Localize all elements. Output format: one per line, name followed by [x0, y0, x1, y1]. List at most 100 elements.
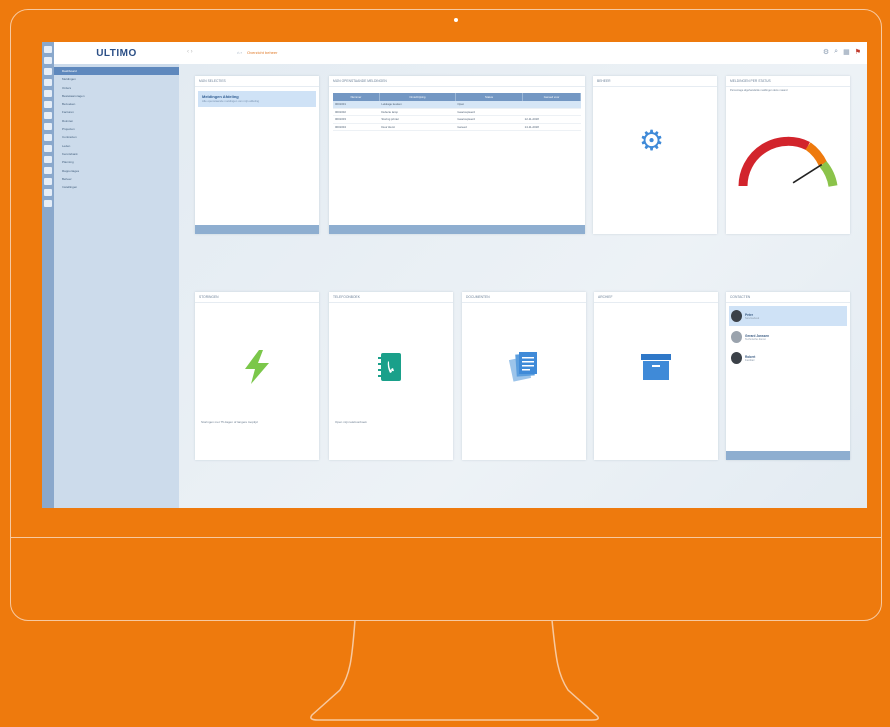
table-cell: Open [455, 101, 523, 109]
table-cell: 0001002 [333, 108, 380, 116]
table-cell: 0001001 [333, 101, 380, 109]
table-cell: 0001003 [333, 115, 380, 124]
column-header[interactable]: Status [455, 93, 524, 101]
sidebar-item-icon[interactable] [44, 189, 52, 196]
widget-subtitle: Percentage afgehandelde meldingen deze m… [730, 89, 788, 92]
search-icon[interactable]: ⌕ [834, 48, 838, 56]
sidebar-item-contracten[interactable]: Contracten [54, 133, 179, 141]
widget-footer [726, 451, 850, 460]
widget-title: DOCUMENTEN [462, 292, 586, 303]
sidebar-item-icon[interactable] [44, 79, 52, 86]
sidebar-item-leden[interactable]: Leden [54, 142, 179, 150]
widget-telefoonboek: TELEFOONBOEK Open mijn telefoonboek [329, 292, 453, 460]
widget-title: CONTACTEN [726, 292, 850, 303]
sidebar-item-icon[interactable] [44, 57, 52, 64]
sidebar-item-icon[interactable] [44, 134, 52, 141]
contact-subtitle: Technische dienst [745, 337, 766, 341]
sidebar-item-instellingen[interactable]: Instellingen [54, 183, 179, 191]
sidebar-item-meldingen[interactable]: Meldingen [54, 75, 179, 83]
widget-title: STORINGEN [195, 292, 319, 303]
sidebar-icon-strip [42, 42, 54, 508]
contact-item[interactable]: Gerard Janssen Technische dienst [729, 327, 847, 347]
table-cell: Defecte lamp [379, 108, 456, 116]
lightning-icon[interactable] [243, 350, 271, 384]
camera-dot [454, 18, 458, 22]
widget-notifications-status: MELDINGEN PER STATUS Percentage afgehand… [726, 76, 850, 234]
gauge-chart [738, 136, 838, 187]
sidebar-item-icon[interactable] [44, 101, 52, 108]
widget-title: MELDINGEN PER STATUS [726, 76, 850, 87]
avatar [731, 331, 742, 343]
flag-icon[interactable]: ⚑ [855, 48, 861, 56]
sidebar-item-kennisbank[interactable]: Kennisbank [54, 150, 179, 158]
widget-my-selections: MIJN SELECTIES Meldingen Afdeling Alle o… [195, 76, 319, 234]
contact-item[interactable]: Peter Servicedesk [729, 306, 847, 326]
widget-footer [329, 225, 585, 234]
breadcrumb[interactable]: ⌂ › Overzicht beheer [237, 50, 277, 55]
sidebar-item-beheer[interactable]: Beheer [54, 175, 179, 183]
table-cell: 14-11-2018 [522, 123, 581, 131]
table-row[interactable]: 0001001 Lekkage keuken Open [333, 101, 581, 109]
sidebar-item-icon[interactable] [44, 178, 52, 185]
widget-archief: ARCHIEF [594, 292, 718, 460]
sidebar-item-bezoeken[interactable]: Bezoeken [54, 100, 179, 108]
sidebar-item-icon[interactable] [44, 200, 52, 207]
sidebar-item-icon[interactable] [44, 156, 52, 163]
sidebar: ULTIMO Dashboard Meldingen Orders Bestelaan… [54, 42, 179, 508]
column-header[interactable]: Nummer [333, 93, 380, 101]
sidebar-item-icon[interactable] [44, 68, 52, 75]
table-cell: Storing printer [379, 115, 456, 124]
sidebar-item-orders[interactable]: Orders [54, 84, 179, 92]
gear-icon[interactable]: ⚙ [823, 48, 829, 56]
gauge-green-arc [819, 161, 838, 187]
contact-item[interactable]: Robert Facilitair [729, 348, 847, 368]
column-header[interactable]: Gereed voor [522, 93, 581, 101]
table-row[interactable]: 0001002 Defecte lamp Geaccepteerd [333, 108, 581, 116]
sidebar-item-facturen[interactable]: Facturen [54, 108, 179, 116]
table-cell [522, 101, 581, 109]
widget-description: Open mijn telefoonboek [335, 420, 367, 424]
table-row[interactable]: 0001003 Storing printer Geaccepteerd 12-11-… [333, 115, 581, 124]
documents-icon[interactable] [509, 350, 539, 382]
widget-open-notifications: MIJN OPENSTAANDE MELDINGEN Nummer Omschri… [329, 76, 585, 234]
history-nav-buttons[interactable]: ‹ › [187, 49, 193, 55]
sidebar-item-icon[interactable] [44, 145, 52, 152]
table-cell: Gereed [455, 123, 523, 131]
sidebar-item-dashboard[interactable]: Dashboard [54, 67, 179, 76]
sidebar-item-icon[interactable] [44, 46, 52, 53]
breadcrumb-label[interactable]: Overzicht beheer [247, 50, 277, 55]
gauge-orange-arc [805, 142, 828, 167]
widget-title: TELEFOONBOEK [329, 292, 453, 303]
table-row[interactable]: 0001004 Deur klemt Gereed 14-11-2018 [333, 123, 581, 131]
selection-item[interactable]: Meldingen Afdeling Alle openstaande meld… [198, 91, 316, 107]
contact-text: Peter Servicedesk [745, 313, 759, 320]
sidebar-item-icon[interactable] [44, 90, 52, 97]
contact-subtitle: Servicedesk [745, 316, 760, 320]
sidebar-item-icon[interactable] [44, 167, 52, 174]
grid-icon[interactable]: ▦ [843, 48, 850, 56]
home-icon[interactable]: ⌂ › [237, 50, 242, 55]
toolbar-icons: ⚙ ⌕ ▦ ⚑ [823, 48, 861, 56]
notifications-table: Nummer Omschrijving Status Gereed voor 0001… [333, 93, 581, 131]
sidebar-item-icon[interactable] [44, 112, 52, 119]
widget-title: MIJN SELECTIES [195, 76, 319, 87]
sidebar-item-ruimten[interactable]: Ruimten [54, 117, 179, 125]
table-cell: 0001004 [333, 123, 380, 131]
gear-icon[interactable]: ⚙ [639, 124, 664, 157]
contact-text: Robert Facilitair [745, 355, 755, 362]
contacts-list: Peter Servicedesk Gerard Janssen Technische… [726, 306, 850, 368]
column-header[interactable]: Omschrijving [379, 93, 456, 101]
sidebar-item-bestelaanvragen[interactable]: Bestelaanvragen [54, 92, 179, 100]
table-cell: Geaccepteerd [455, 108, 523, 116]
archive-icon[interactable] [641, 354, 671, 380]
table-cell: Deur klemt [379, 123, 456, 131]
widget-title: MIJN OPENSTAANDE MELDINGEN [329, 76, 585, 87]
sidebar-item-projecten[interactable]: Projecten [54, 125, 179, 133]
widget-contacten: CONTACTEN Peter Servicedesk Gerard Janssen… [726, 292, 850, 460]
avatar [731, 352, 742, 364]
sidebar-item-icon[interactable] [44, 123, 52, 130]
table-cell [522, 108, 581, 116]
sidebar-item-rapportages[interactable]: Rapportages [54, 167, 179, 175]
phonebook-icon[interactable] [377, 352, 403, 382]
sidebar-item-planning[interactable]: Planning [54, 158, 179, 166]
